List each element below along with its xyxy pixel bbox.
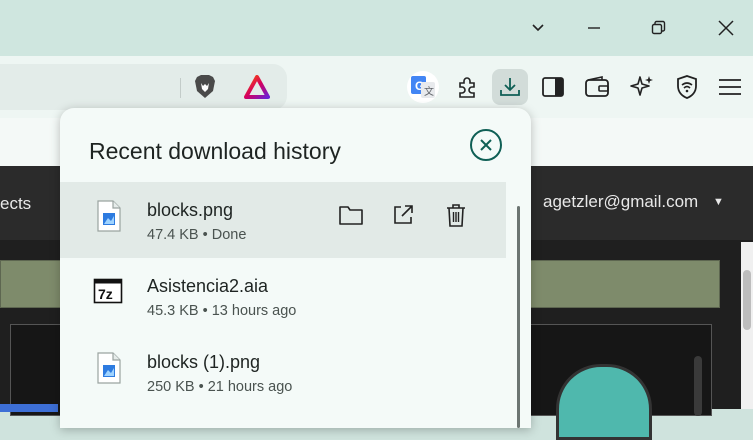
wallet-icon[interactable] (579, 69, 615, 105)
omnibox-separator (180, 78, 181, 98)
svg-text:文: 文 (424, 85, 434, 98)
trash-icon (447, 204, 465, 227)
popup-scrollbar-thumb[interactable] (517, 206, 520, 428)
sidebar-icon[interactable] (535, 69, 571, 105)
delete-download-button[interactable] (441, 200, 471, 230)
inner-scrollbar[interactable] (694, 356, 702, 416)
account-email[interactable]: agetzler@gmail.com (543, 192, 698, 212)
page-scrollbar[interactable] (741, 242, 753, 409)
show-in-folder-button[interactable] (336, 200, 366, 230)
downloads-popup: Recent download history blocks.png 47.4 … (60, 108, 531, 428)
menu-icon[interactable] (712, 69, 748, 105)
brave-rewards-icon[interactable] (239, 69, 275, 105)
download-filename: blocks (1).png (147, 352, 261, 372)
download-meta: 45.3 KB • 13 hours ago (147, 303, 297, 319)
download-item[interactable]: blocks.png 47.4 KB • Done (60, 182, 506, 258)
download-filename: Asistencia2.aia (147, 276, 269, 296)
vpn-shield-icon[interactable] (669, 69, 705, 105)
downloads-list: blocks.png 47.4 KB • Done 7z Asistencia2… (60, 182, 506, 410)
close-icon (480, 139, 492, 151)
leo-ai-icon[interactable] (624, 69, 660, 105)
brave-shields-icon[interactable] (187, 69, 223, 105)
svg-text:7z: 7z (98, 286, 113, 302)
address-bar[interactable] (0, 64, 287, 110)
folder-icon (339, 206, 363, 225)
download-item[interactable]: blocks (1).png 250 KB • 21 hours ago (60, 334, 506, 410)
download-filename: blocks.png (147, 200, 234, 220)
title-bar (0, 0, 753, 56)
download-icon[interactable] (492, 69, 528, 105)
page-scrollbar-thumb[interactable] (743, 270, 751, 330)
download-meta: 47.4 KB • Done (147, 227, 247, 243)
close-popup-button[interactable] (470, 129, 502, 161)
close-window-icon[interactable] (712, 14, 740, 42)
blue-corner-graphic (0, 404, 58, 412)
download-item[interactable]: 7z Asistencia2.aia 45.3 KB • 13 hours ag… (60, 258, 506, 334)
google-translate-icon[interactable]: G文 (405, 69, 441, 105)
page-nav-text[interactable]: ects (0, 194, 31, 214)
image-file-icon (96, 352, 122, 384)
open-external-icon (394, 205, 413, 224)
download-meta: 250 KB • 21 hours ago (147, 379, 293, 395)
popup-scrollbar[interactable] (506, 182, 531, 428)
restore-icon[interactable] (644, 14, 672, 42)
chevron-down-icon[interactable] (524, 14, 552, 42)
minimize-icon[interactable] (580, 14, 608, 42)
downloads-title: Recent download history (89, 138, 341, 164)
open-file-button[interactable] (388, 200, 418, 230)
7z-archive-icon: 7z (93, 278, 123, 310)
account-caret-icon[interactable]: ▼ (713, 196, 724, 208)
puzzle-icon[interactable] (449, 69, 485, 105)
teal-graphic (556, 364, 652, 440)
image-file-icon (96, 200, 122, 232)
